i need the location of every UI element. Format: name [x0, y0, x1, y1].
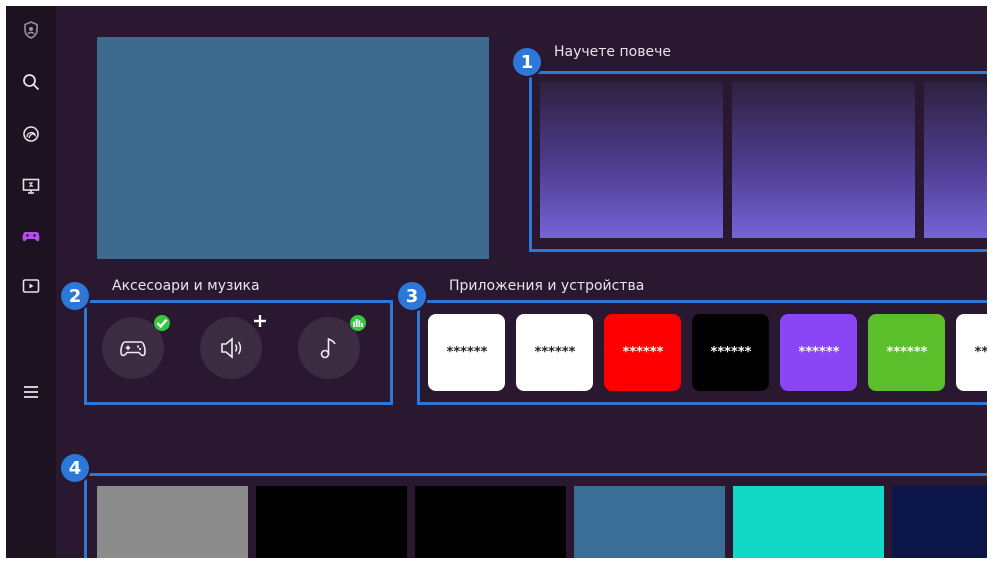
game-icon[interactable] [19, 224, 43, 248]
content-tile[interactable] [574, 486, 725, 558]
media-icon[interactable] [19, 174, 43, 198]
accessories-row [84, 300, 393, 405]
game-controller-button[interactable] [102, 315, 170, 379]
speaker-icon [221, 337, 242, 359]
content-tile[interactable] [97, 486, 248, 558]
section-badge-1: 1 [513, 48, 541, 76]
source-icon[interactable] [19, 274, 43, 298]
app-tile[interactable]: ****** [604, 314, 681, 391]
content-tile[interactable] [256, 486, 407, 558]
app-tile[interactable]: ****** [428, 314, 505, 391]
section-badge-4: 4 [61, 454, 89, 482]
learn-more-tile[interactable] [732, 82, 915, 238]
accessories-label: Аксесоари и музика [112, 278, 260, 294]
game-controller-icon [120, 341, 146, 357]
app-tile[interactable]: ****** [956, 314, 987, 391]
app-tile[interactable]: ****** [516, 314, 593, 391]
music-note-icon [320, 337, 336, 359]
content-tile[interactable] [733, 486, 884, 558]
learn-more-row [529, 71, 987, 252]
learn-more-tile[interactable] [924, 82, 987, 238]
speaker-button[interactable] [200, 315, 266, 379]
sidebar [6, 6, 56, 558]
learn-more-tile[interactable] [540, 82, 723, 238]
app-tile[interactable]: ****** [692, 314, 769, 391]
tv-home-screen: 1 Научете повече 2 Аксесоари и музика 3 … [6, 6, 987, 558]
hero-preview[interactable] [97, 37, 489, 259]
content-tile[interactable] [892, 486, 987, 558]
audio-active-icon [350, 315, 366, 331]
menu-icon[interactable] [19, 380, 43, 404]
content-tile[interactable] [415, 486, 566, 558]
section-badge-3: 3 [398, 282, 426, 310]
music-button[interactable] [298, 315, 366, 379]
add-plus-icon [252, 313, 268, 329]
bottom-row [84, 473, 987, 558]
learn-more-label: Научете повече [554, 44, 671, 60]
section-badge-2: 2 [61, 282, 89, 310]
ambient-icon[interactable] [19, 122, 43, 146]
app-tile[interactable]: ****** [868, 314, 945, 391]
connected-check-icon [154, 315, 170, 331]
apps-label: Приложения и устройства [449, 278, 645, 294]
app-tile[interactable]: ****** [780, 314, 857, 391]
search-icon[interactable] [19, 70, 43, 94]
apps-row: ****** ****** ****** ****** ****** *****… [417, 300, 987, 405]
profile-icon[interactable] [19, 18, 43, 42]
